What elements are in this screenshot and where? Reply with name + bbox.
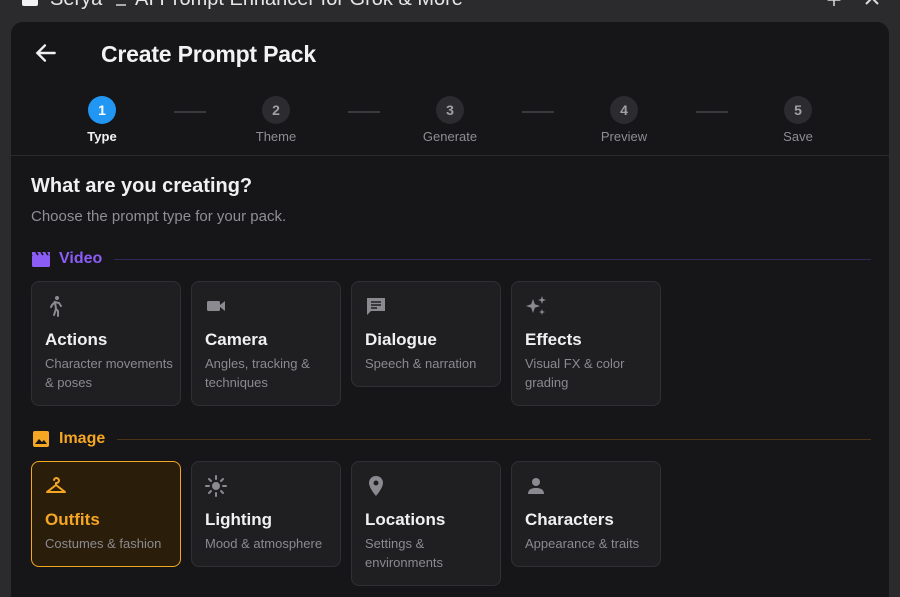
image-icon <box>33 431 49 447</box>
section-subheading: Choose the prompt type for your pack. <box>31 208 287 225</box>
pin-icon[interactable] <box>826 0 842 6</box>
video-camera-icon <box>207 301 225 311</box>
section-heading: What are you creating? <box>31 175 253 197</box>
card-title: Dialogue <box>365 330 437 349</box>
step-label: Generate <box>422 129 478 144</box>
step-number: 2 <box>262 96 290 124</box>
chat-bubble-icon <box>367 298 385 315</box>
video-section-header: Video <box>31 247 871 271</box>
card-description: Costumes & fashion <box>45 536 162 551</box>
card-title: Lighting <box>205 510 273 529</box>
window-titlebar: Serya AI Prompt Enhancer for Grok & More <box>0 0 900 22</box>
step-generate[interactable]: 3 Generate <box>410 96 490 144</box>
image-section-header: Image <box>31 427 871 451</box>
step-label: Type <box>87 129 117 144</box>
step-number: 3 <box>436 96 464 124</box>
close-icon[interactable] <box>864 0 880 6</box>
card-effects[interactable]: Effects Visual FX & color grading <box>511 281 661 406</box>
card-locations[interactable]: Locations Settings & environments <box>351 461 501 586</box>
card-description: Settings & environments <box>365 536 444 570</box>
card-camera[interactable]: Camera Angles, tracking & techniques <box>191 281 341 406</box>
step-number: 1 <box>88 96 116 124</box>
hanger-icon <box>46 477 66 493</box>
card-lighting[interactable]: Lighting Mood & atmosphere <box>191 461 341 567</box>
running-person-icon <box>50 296 62 317</box>
card-title: Effects <box>525 330 582 349</box>
card-dialogue[interactable]: Dialogue Speech & narration <box>351 281 501 387</box>
card-outfits[interactable]: Outfits Costumes & fashion <box>31 461 181 567</box>
step-theme[interactable]: 2 Theme <box>236 96 316 144</box>
sun-icon <box>205 475 227 497</box>
person-icon <box>528 478 544 494</box>
create-pack-panel: Create Prompt Pack 1 Type 2 Theme 3 Gene… <box>11 22 889 597</box>
sparkles-icon <box>526 296 546 315</box>
clapperboard-icon <box>32 251 50 267</box>
back-arrow-icon[interactable] <box>33 40 59 66</box>
location-pin-icon <box>369 476 383 496</box>
step-connector <box>696 111 728 113</box>
app-name: Serya <box>50 0 102 11</box>
card-description: Visual FX & color grading <box>525 356 625 390</box>
card-description: Speech & narration <box>365 356 477 371</box>
step-label: Save <box>783 129 813 144</box>
step-number: 5 <box>784 96 812 124</box>
step-connector <box>348 111 380 113</box>
step-connector <box>522 111 554 113</box>
card-description: Character movements & poses <box>45 356 173 390</box>
step-number: 4 <box>610 96 638 124</box>
card-description: Appearance & traits <box>525 536 640 551</box>
card-title: Actions <box>45 330 108 349</box>
section-divider <box>114 258 871 260</box>
step-connector <box>174 111 206 113</box>
card-characters[interactable]: Characters Appearance & traits <box>511 461 661 567</box>
step-preview[interactable]: 4 Preview <box>584 96 664 144</box>
step-save[interactable]: 5 Save <box>758 96 838 144</box>
video-section-title: Video <box>59 250 103 267</box>
step-type[interactable]: 1 Type <box>62 96 142 144</box>
image-section-title: Image <box>59 430 106 447</box>
panel-header: Create Prompt Pack 1 Type 2 Theme 3 Gene… <box>11 22 889 156</box>
app-logo-icon <box>22 0 38 6</box>
card-description: Mood & atmosphere <box>205 536 323 551</box>
card-actions[interactable]: Actions Character movements & poses <box>31 281 181 406</box>
card-title: Locations <box>365 510 446 529</box>
window-title: AI Prompt Enhancer for Grok & More <box>135 0 463 11</box>
card-title: Characters <box>525 510 614 529</box>
step-label: Preview <box>600 129 648 144</box>
title-separator <box>116 4 126 6</box>
section-divider <box>117 438 871 440</box>
page-title: Create Prompt Pack <box>101 41 316 67</box>
card-title: Camera <box>205 330 268 349</box>
card-title: Outfits <box>45 510 100 529</box>
card-description: Angles, tracking & techniques <box>205 356 310 390</box>
step-label: Theme <box>255 129 297 144</box>
